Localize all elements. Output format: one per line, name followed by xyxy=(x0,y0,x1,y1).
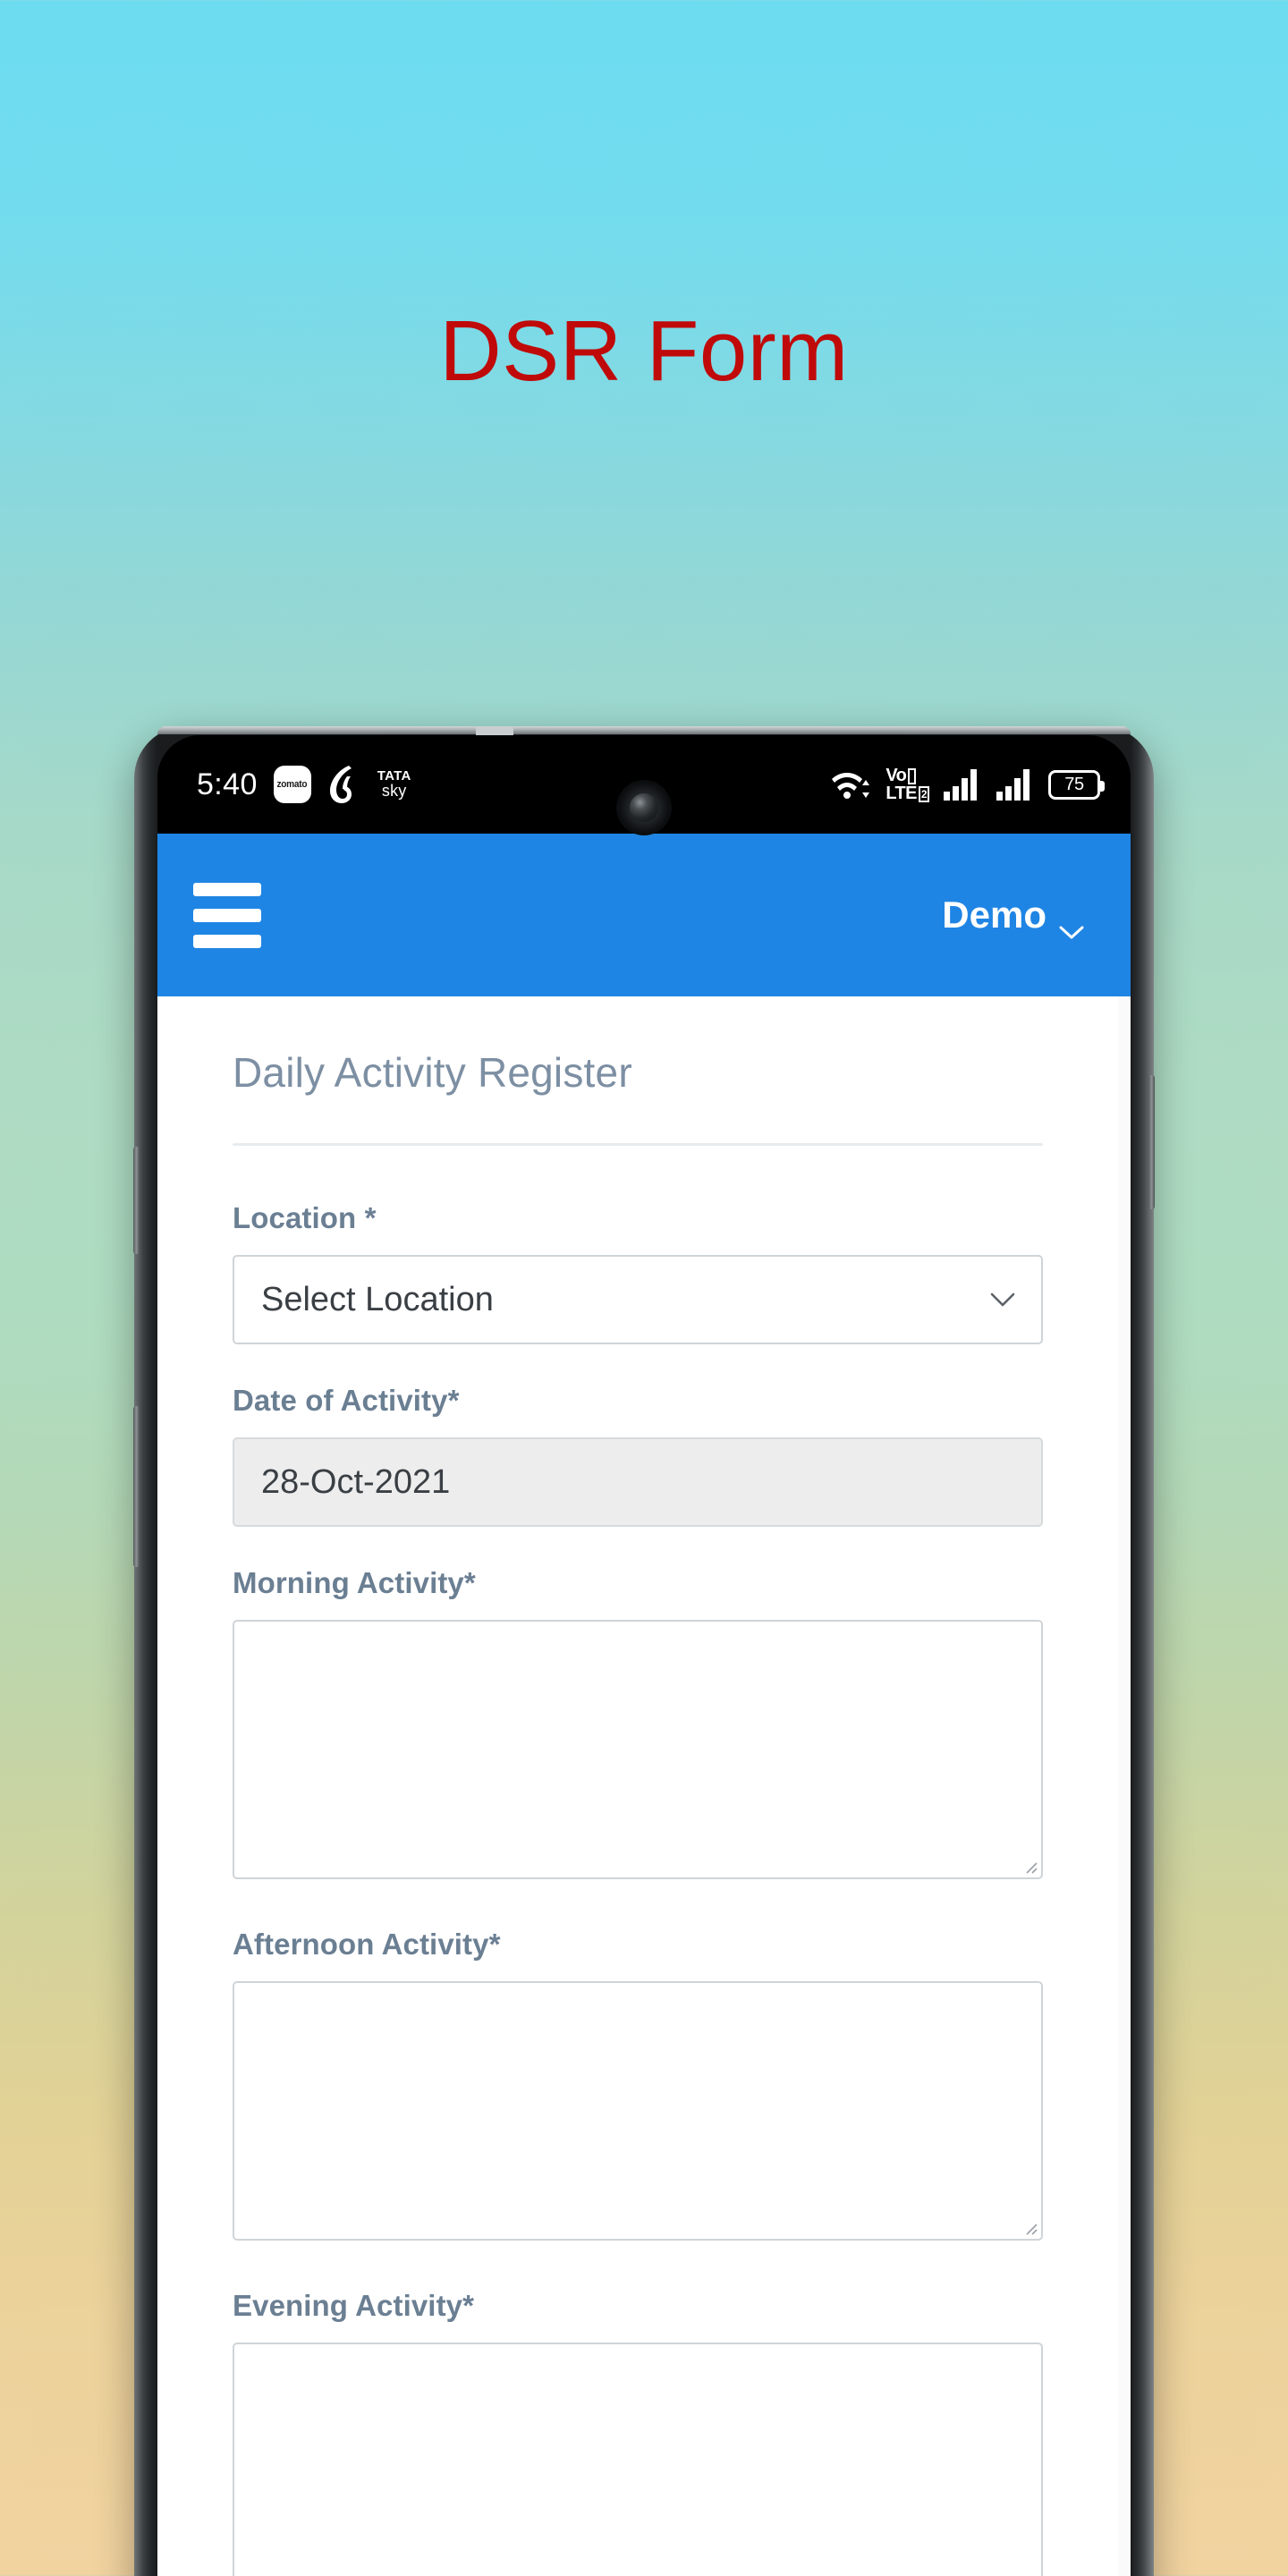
hamburger-bar-3 xyxy=(193,934,261,948)
resize-handle-icon[interactable] xyxy=(1021,2219,1038,2235)
tata-sky-icon-line1: TATA xyxy=(377,767,411,784)
zomato-icon: zomato xyxy=(273,766,311,803)
phone-button-power[interactable] xyxy=(1148,1075,1155,1209)
app-content-area: Daily Activity Register Location * Selec… xyxy=(157,996,1131,2576)
airtel-icon xyxy=(327,765,361,804)
phone-button-volume-down[interactable] xyxy=(133,1406,140,1567)
field-location: Location * Select Location xyxy=(233,1201,1043,1344)
status-bar-left-group: 5:40 zomato TATA sky xyxy=(197,765,411,804)
battery-level-label: 75 xyxy=(1064,774,1084,794)
tata-sky-icon-line2: sky xyxy=(381,782,407,801)
form-heading: Daily Activity Register xyxy=(233,1049,632,1096)
morning-activity-textarea[interactable] xyxy=(233,1620,1043,1879)
volte-icon-sim-badge: 2 xyxy=(918,786,929,803)
signal-bars-sim1-icon xyxy=(943,768,982,801)
wifi-icon xyxy=(831,767,872,801)
form-fields: Location * Select Location Date of Activ… xyxy=(157,1146,1118,2576)
zomato-icon-label: zomato xyxy=(276,779,308,790)
volte-icon: Vo LTE 2 xyxy=(886,765,929,803)
volte-icon-line2: LTE xyxy=(886,784,917,803)
chevron-down-icon xyxy=(1059,907,1084,939)
phone-device-mockup: 5:40 zomato TATA sky Vo LTE 2 75 Demo Da… xyxy=(133,726,1155,2576)
resize-handle-icon[interactable] xyxy=(1021,1858,1038,1874)
user-menu-button[interactable]: Demo xyxy=(942,894,1084,939)
hamburger-menu-icon[interactable] xyxy=(193,877,261,953)
user-menu-label: Demo xyxy=(942,894,1046,936)
phone-button-volume-up[interactable] xyxy=(133,1147,140,1254)
phone-top-edge xyxy=(157,726,1131,736)
field-afternoon-activity: Afternoon Activity* xyxy=(233,1928,1043,2241)
date-of-activity-input[interactable]: 28-Oct-2021 xyxy=(233,1437,1043,1527)
front-camera-punch-hole-icon xyxy=(616,780,672,835)
field-date-of-activity: Date of Activity* 28-Oct-2021 xyxy=(233,1384,1043,1527)
afternoon-activity-textarea[interactable] xyxy=(233,1981,1043,2241)
volte-icon-sim-badge-top xyxy=(908,768,917,784)
signal-bars-sim2-icon xyxy=(996,768,1035,801)
battery-icon: 75 xyxy=(1048,769,1105,800)
field-evening-activity-label: Evening Activity* xyxy=(233,2289,475,2322)
field-date-of-activity-label: Date of Activity* xyxy=(233,1384,460,1417)
hamburger-bar-1 xyxy=(193,882,261,896)
field-location-label: Location * xyxy=(233,1201,377,1234)
location-select[interactable]: Select Location xyxy=(233,1255,1043,1344)
form-header: Daily Activity Register xyxy=(157,996,1118,1146)
field-morning-activity-label: Morning Activity* xyxy=(233,1566,476,1599)
volte-icon-line1: Vo xyxy=(886,765,907,785)
evening-activity-textarea[interactable] xyxy=(233,2343,1043,2576)
field-evening-activity: Evening Activity* xyxy=(233,2289,1043,2576)
form-card: Daily Activity Register Location * Selec… xyxy=(157,996,1118,2576)
tata-sky-icon: TATA sky xyxy=(377,767,411,801)
status-bar: 5:40 zomato TATA sky Vo LTE 2 75 xyxy=(157,735,1131,835)
phone-screen: 5:40 zomato TATA sky Vo LTE 2 75 Demo Da… xyxy=(157,735,1131,2576)
app-bar: Demo xyxy=(157,834,1131,996)
hamburger-bar-2 xyxy=(193,908,261,922)
page-title: DSR Form xyxy=(439,303,849,399)
status-bar-clock: 5:40 xyxy=(197,767,258,801)
status-bar-right-group: Vo LTE 2 75 xyxy=(831,765,1105,803)
field-afternoon-activity-label: Afternoon Activity* xyxy=(233,1928,501,1961)
field-morning-activity: Morning Activity* xyxy=(233,1566,1043,1879)
